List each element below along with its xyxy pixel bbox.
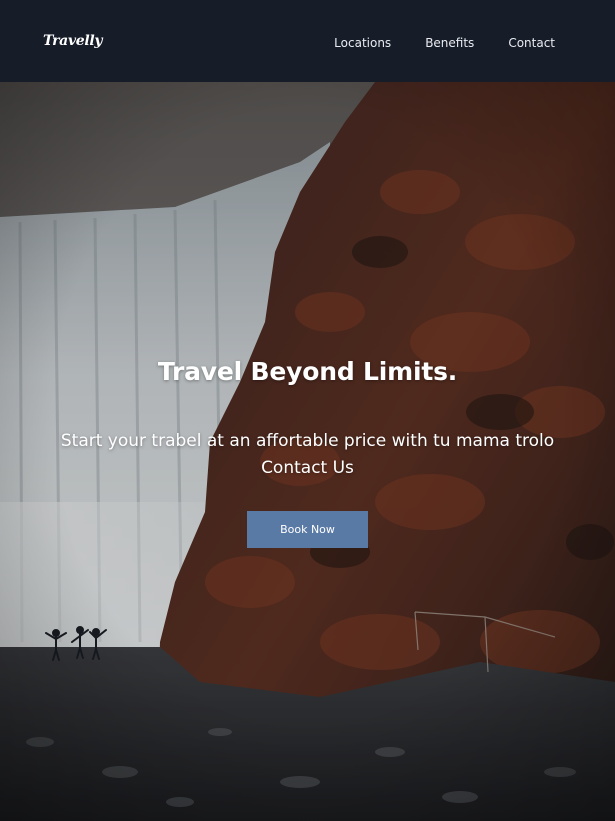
nav-item-contact: Contact (508, 32, 555, 51)
nav-link-locations[interactable]: Locations (334, 36, 391, 50)
nav-item-locations: Locations (334, 32, 391, 51)
book-now-button[interactable]: Book Now (247, 511, 368, 548)
nav-item-benefits: Benefits (425, 32, 474, 51)
hero-title: Travel Beyond Limits. (157, 357, 458, 386)
brand-logo[interactable]: Travelly (43, 33, 103, 49)
nav-link-benefits[interactable]: Benefits (425, 36, 474, 50)
navbar: Travelly Locations Benefits Contact (0, 0, 615, 82)
hero-subtitle: Start your trabel at an affortable price… (60, 431, 555, 478)
nav-link-contact[interactable]: Contact (508, 36, 555, 50)
nav-links: Locations Benefits Contact (334, 32, 555, 51)
hero-content: Travel Beyond Limits. Start your trabel … (0, 82, 615, 821)
hero-section: Travel Beyond Limits. Start your trabel … (0, 82, 615, 821)
